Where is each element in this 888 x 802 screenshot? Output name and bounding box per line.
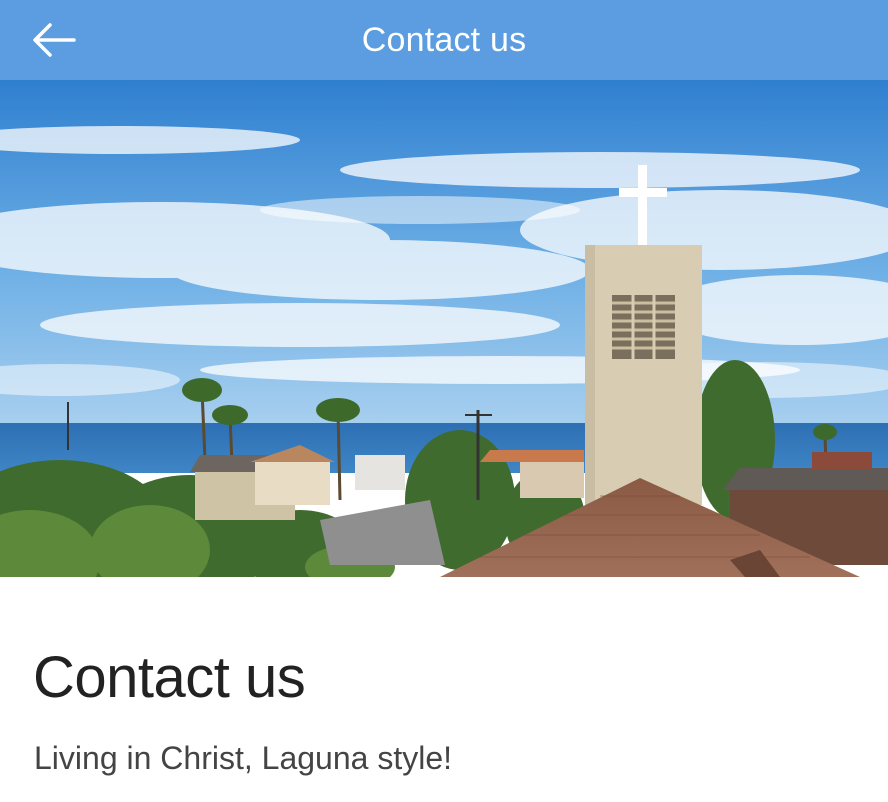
- page-title: Contact us: [33, 645, 306, 710]
- hero-image: [0, 80, 888, 577]
- app-bar: Contact us: [0, 0, 888, 80]
- page-subtitle: Living in Christ, Laguna style!: [34, 740, 452, 776]
- back-button[interactable]: [26, 12, 82, 68]
- arrow-left-icon: [33, 23, 76, 57]
- app-bar-title: Contact us: [361, 20, 527, 59]
- content-section: Contact us Living in Christ, Laguna styl…: [0, 577, 888, 802]
- church-tower-photo: [0, 80, 888, 577]
